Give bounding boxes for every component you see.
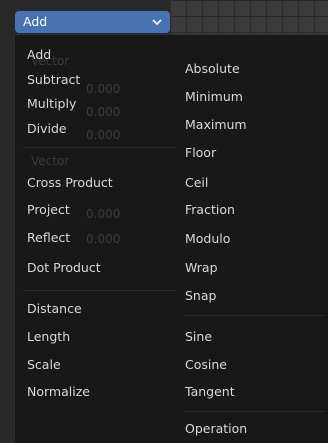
menu-separator (23, 290, 175, 291)
menu-item-tangent[interactable]: Tangent (185, 380, 235, 404)
node-editor-grid (170, 0, 328, 36)
menu-item-floor[interactable]: Floor (185, 141, 216, 165)
menu-right-column: Absolute Minimum Maximum Floor Ceil Frac… (185, 35, 328, 443)
menu-separator (23, 147, 175, 148)
menu-item-length[interactable]: Length (27, 325, 70, 349)
menu-item-cosine[interactable]: Cosine (185, 353, 227, 377)
menu-left-column: Add Subtract Multiply Divide Cross Produ… (15, 35, 185, 443)
menu-item-subtract[interactable]: Subtract (27, 68, 80, 92)
menu-item-snap[interactable]: Snap (185, 284, 216, 308)
menu-item-fraction[interactable]: Fraction (185, 198, 235, 222)
menu-separator (185, 411, 325, 412)
menu-item-project[interactable]: Project (27, 198, 70, 222)
menu-item-maximum[interactable]: Maximum (185, 113, 247, 137)
menu-item-distance[interactable]: Distance (27, 297, 82, 321)
operation-dropdown-value: Add (23, 14, 48, 29)
menu-item-scale[interactable]: Scale (27, 353, 61, 377)
operation-dropdown[interactable]: Add (15, 11, 170, 33)
menu-item-normalize[interactable]: Normalize (27, 380, 90, 404)
menu-item-ceil[interactable]: Ceil (185, 171, 208, 195)
menu-item-wrap[interactable]: Wrap (185, 256, 218, 280)
menu-item-reflect[interactable]: Reflect (27, 226, 70, 250)
menu-item-modulo[interactable]: Modulo (185, 227, 230, 251)
menu-separator (185, 315, 325, 316)
menu-header-operation: Operation (185, 421, 248, 436)
menu-item-add[interactable]: Add (27, 43, 51, 67)
menu-item-divide[interactable]: Divide (27, 117, 67, 141)
menu-item-absolute[interactable]: Absolute (185, 57, 240, 81)
menu-item-minimum[interactable]: Minimum (185, 85, 243, 109)
menu-item-dot-product[interactable]: Dot Product (27, 256, 101, 280)
operation-menu: Vector 0.000 0.000 0.000 Vector 0.000 0.… (14, 34, 328, 443)
chevron-down-icon[interactable] (150, 15, 164, 29)
menu-item-sine[interactable]: Sine (185, 325, 212, 349)
menu-item-multiply[interactable]: Multiply (27, 92, 76, 116)
menu-item-cross-product[interactable]: Cross Product (27, 171, 113, 195)
